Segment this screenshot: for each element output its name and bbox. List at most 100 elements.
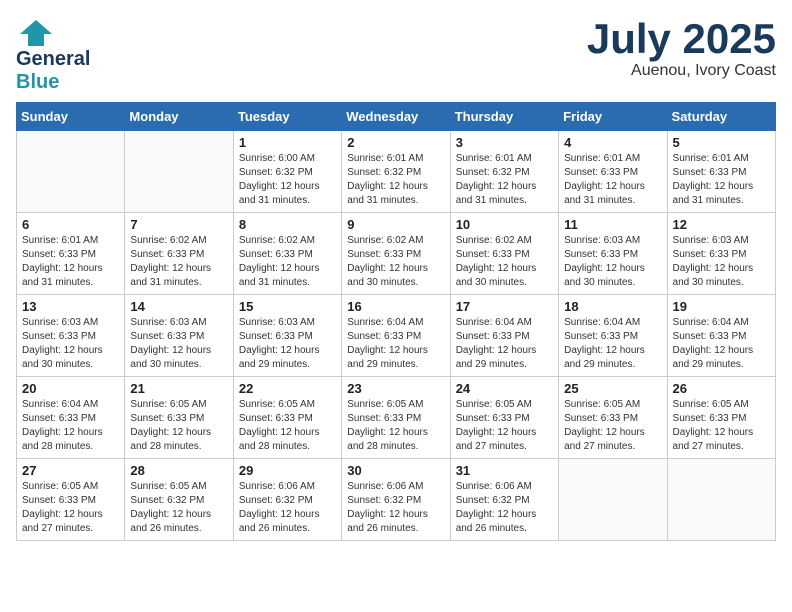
day-info: Sunrise: 6:01 AM Sunset: 6:33 PM Dayligh…	[673, 152, 770, 208]
day-number: 8	[239, 217, 336, 232]
calendar-cell	[559, 459, 667, 541]
calendar-cell: 14 Sunrise: 6:03 AM Sunset: 6:33 PM Dayli…	[125, 295, 233, 377]
day-info: Sunrise: 6:04 AM Sunset: 6:33 PM Dayligh…	[347, 316, 444, 372]
page-header: General Blue July 2025 Auenou, Ivory Coa…	[16, 16, 776, 94]
day-number: 1	[239, 135, 336, 150]
calendar-cell: 3 Sunrise: 6:01 AM Sunset: 6:32 PM Daylig…	[450, 131, 558, 213]
day-number: 19	[673, 299, 770, 314]
day-number: 27	[22, 463, 119, 478]
day-info: Sunrise: 6:01 AM Sunset: 6:33 PM Dayligh…	[564, 152, 661, 208]
day-number: 21	[130, 381, 227, 396]
day-info: Sunrise: 6:02 AM Sunset: 6:33 PM Dayligh…	[456, 234, 553, 290]
day-info: Sunrise: 6:03 AM Sunset: 6:33 PM Dayligh…	[130, 316, 227, 372]
calendar-cell: 29 Sunrise: 6:06 AM Sunset: 6:32 PM Dayli…	[233, 459, 341, 541]
day-number: 7	[130, 217, 227, 232]
day-info: Sunrise: 6:01 AM Sunset: 6:33 PM Dayligh…	[22, 234, 119, 290]
logo-general: General	[16, 48, 90, 71]
day-info: Sunrise: 6:06 AM Sunset: 6:32 PM Dayligh…	[239, 480, 336, 536]
day-info: Sunrise: 6:03 AM Sunset: 6:33 PM Dayligh…	[239, 316, 336, 372]
day-info: Sunrise: 6:05 AM Sunset: 6:32 PM Dayligh…	[130, 480, 227, 536]
calendar-cell	[17, 131, 125, 213]
day-number: 31	[456, 463, 553, 478]
calendar-cell: 17Sunrise: 6:04 AM Sunset: 6:33 PM Dayli…	[450, 295, 558, 377]
weekday-header-friday: Friday	[559, 103, 667, 131]
week-row-3: 13 Sunrise: 6:03 AM Sunset: 6:33 PM Dayli…	[17, 295, 776, 377]
day-info: Sunrise: 6:06 AM Sunset: 6:32 PM Dayligh…	[456, 480, 553, 536]
day-info: Sunrise: 6:01 AM Sunset: 6:32 PM Dayligh…	[456, 152, 553, 208]
logo-blue: Blue	[16, 71, 59, 93]
calendar-cell: 2Sunrise: 6:01 AM Sunset: 6:32 PM Daylig…	[342, 131, 450, 213]
day-info: Sunrise: 6:03 AM Sunset: 6:33 PM Dayligh…	[564, 234, 661, 290]
day-info: Sunrise: 6:05 AM Sunset: 6:33 PM Dayligh…	[347, 398, 444, 454]
day-number: 5	[673, 135, 770, 150]
month-title: July 2025	[587, 16, 776, 62]
calendar-cell: 18 Sunrise: 6:04 AM Sunset: 6:33 PM Dayli…	[559, 295, 667, 377]
calendar-cell: 26 Sunrise: 6:05 AM Sunset: 6:33 PM Dayli…	[667, 377, 775, 459]
logo-icon	[16, 16, 54, 48]
calendar-cell	[125, 131, 233, 213]
calendar-cell: 5 Sunrise: 6:01 AM Sunset: 6:33 PM Daylig…	[667, 131, 775, 213]
day-number: 2	[347, 135, 444, 150]
day-number: 6	[22, 217, 119, 232]
calendar-cell: 25Sunrise: 6:05 AM Sunset: 6:33 PM Dayli…	[559, 377, 667, 459]
day-info: Sunrise: 6:03 AM Sunset: 6:33 PM Dayligh…	[673, 234, 770, 290]
day-number: 24	[456, 381, 553, 396]
day-info: Sunrise: 6:04 AM Sunset: 6:33 PM Dayligh…	[456, 316, 553, 372]
weekday-header-saturday: Saturday	[667, 103, 775, 131]
calendar-cell	[667, 459, 775, 541]
calendar-cell: 27 Sunrise: 6:05 AM Sunset: 6:33 PM Dayli…	[17, 459, 125, 541]
day-info: Sunrise: 6:06 AM Sunset: 6:32 PM Dayligh…	[347, 480, 444, 536]
day-info: Sunrise: 6:05 AM Sunset: 6:33 PM Dayligh…	[130, 398, 227, 454]
day-info: Sunrise: 6:05 AM Sunset: 6:33 PM Dayligh…	[456, 398, 553, 454]
calendar-cell: 30Sunrise: 6:06 AM Sunset: 6:32 PM Dayli…	[342, 459, 450, 541]
weekday-header-monday: Monday	[125, 103, 233, 131]
day-number: 9	[347, 217, 444, 232]
day-number: 11	[564, 217, 661, 232]
day-number: 14	[130, 299, 227, 314]
day-info: Sunrise: 6:04 AM Sunset: 6:33 PM Dayligh…	[564, 316, 661, 372]
calendar-cell: 13Sunrise: 6:03 AM Sunset: 6:33 PM Dayli…	[17, 295, 125, 377]
calendar-cell: 15 Sunrise: 6:03 AM Sunset: 6:33 PM Dayli…	[233, 295, 341, 377]
week-row-5: 27 Sunrise: 6:05 AM Sunset: 6:33 PM Dayli…	[17, 459, 776, 541]
day-info: Sunrise: 6:05 AM Sunset: 6:33 PM Dayligh…	[239, 398, 336, 454]
calendar-cell: 10Sunrise: 6:02 AM Sunset: 6:33 PM Dayli…	[450, 213, 558, 295]
calendar-table: SundayMondayTuesdayWednesdayThursdayFrid…	[16, 102, 776, 541]
day-number: 4	[564, 135, 661, 150]
calendar-cell: 12Sunrise: 6:03 AM Sunset: 6:33 PM Dayli…	[667, 213, 775, 295]
calendar-cell: 20 Sunrise: 6:04 AM Sunset: 6:33 PM Dayli…	[17, 377, 125, 459]
day-info: Sunrise: 6:05 AM Sunset: 6:33 PM Dayligh…	[673, 398, 770, 454]
day-number: 29	[239, 463, 336, 478]
day-number: 25	[564, 381, 661, 396]
location: Auenou, Ivory Coast	[587, 62, 776, 80]
calendar-cell: 31 Sunrise: 6:06 AM Sunset: 6:32 PM Dayli…	[450, 459, 558, 541]
week-row-4: 20 Sunrise: 6:04 AM Sunset: 6:33 PM Dayli…	[17, 377, 776, 459]
day-number: 15	[239, 299, 336, 314]
day-number: 22	[239, 381, 336, 396]
day-number: 16	[347, 299, 444, 314]
day-number: 18	[564, 299, 661, 314]
weekday-header-tuesday: Tuesday	[233, 103, 341, 131]
calendar-cell: 22 Sunrise: 6:05 AM Sunset: 6:33 PM Dayli…	[233, 377, 341, 459]
calendar-cell: 7Sunrise: 6:02 AM Sunset: 6:33 PM Daylig…	[125, 213, 233, 295]
day-number: 3	[456, 135, 553, 150]
calendar-cell: 9 Sunrise: 6:02 AM Sunset: 6:33 PM Daylig…	[342, 213, 450, 295]
day-info: Sunrise: 6:04 AM Sunset: 6:33 PM Dayligh…	[673, 316, 770, 372]
day-number: 26	[673, 381, 770, 396]
weekday-header-wednesday: Wednesday	[342, 103, 450, 131]
calendar-cell: 21 Sunrise: 6:05 AM Sunset: 6:33 PM Dayli…	[125, 377, 233, 459]
calendar-cell: 16 Sunrise: 6:04 AM Sunset: 6:33 PM Dayli…	[342, 295, 450, 377]
week-row-2: 6 Sunrise: 6:01 AM Sunset: 6:33 PM Daylig…	[17, 213, 776, 295]
day-number: 20	[22, 381, 119, 396]
weekday-header-sunday: Sunday	[17, 103, 125, 131]
day-number: 28	[130, 463, 227, 478]
calendar-cell: 11 Sunrise: 6:03 AM Sunset: 6:33 PM Dayli…	[559, 213, 667, 295]
day-info: Sunrise: 6:04 AM Sunset: 6:33 PM Dayligh…	[22, 398, 119, 454]
day-number: 13	[22, 299, 119, 314]
calendar-cell: 24 Sunrise: 6:05 AM Sunset: 6:33 PM Dayli…	[450, 377, 558, 459]
title-block: July 2025 Auenou, Ivory Coast	[587, 16, 776, 80]
calendar-cell: 6 Sunrise: 6:01 AM Sunset: 6:33 PM Daylig…	[17, 213, 125, 295]
calendar-cell: 1Sunrise: 6:00 AM Sunset: 6:32 PM Daylig…	[233, 131, 341, 213]
day-info: Sunrise: 6:05 AM Sunset: 6:33 PM Dayligh…	[22, 480, 119, 536]
day-info: Sunrise: 6:02 AM Sunset: 6:33 PM Dayligh…	[347, 234, 444, 290]
weekday-header-row: SundayMondayTuesdayWednesdayThursdayFrid…	[17, 103, 776, 131]
